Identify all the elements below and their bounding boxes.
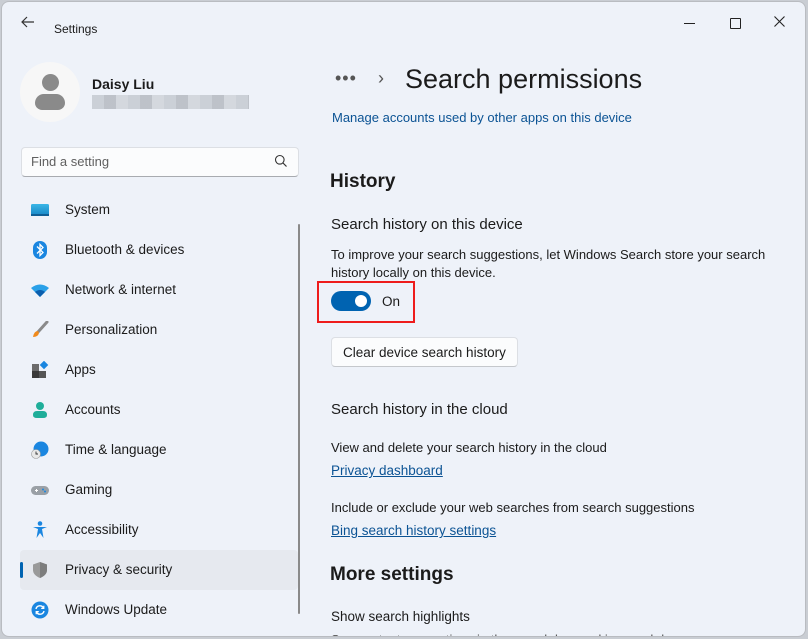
sidebar-item-label: Privacy & security (65, 562, 173, 577)
update-icon (31, 601, 49, 619)
avatar-head-shape (42, 74, 59, 91)
bluetooth-icon (33, 241, 47, 259)
app-title: Settings (54, 22, 98, 36)
title-bar: Settings (2, 2, 805, 42)
bing-history-settings-link[interactable]: Bing search history settings (331, 523, 496, 538)
search-box[interactable] (21, 147, 299, 177)
sidebar-item-privacy-security[interactable]: Privacy & security (20, 550, 298, 590)
breadcrumb-chevron-icon: › (378, 68, 384, 88)
back-button[interactable] (16, 14, 40, 34)
user-name: Daisy Liu (92, 76, 155, 92)
sidebar-item-system[interactable]: System (20, 190, 298, 230)
maximize-icon (729, 17, 741, 29)
sidebar-item-label: Windows Update (65, 602, 168, 617)
breadcrumb-more-button[interactable]: ••• (335, 68, 357, 89)
annotation-highlight-box (317, 281, 415, 323)
device-history-description: To improve your search suggestions, let … (331, 247, 766, 280)
device-history-title: Search history on this device (331, 216, 523, 233)
sidebar-item-windows-update[interactable]: Windows Update (20, 590, 298, 630)
wifi-icon (31, 284, 49, 297)
sidebar-item-gaming[interactable]: Gaming (20, 470, 298, 510)
privacy-dashboard-link[interactable]: Privacy dashboard (331, 463, 443, 478)
user-email-redacted (92, 95, 249, 109)
sidebar-item-network-internet[interactable]: Network & internet (20, 270, 298, 310)
close-icon (773, 16, 785, 27)
search-highlights-title: Show search highlights (331, 609, 470, 624)
sidebar-item-label: Accessibility (65, 522, 139, 537)
sidebar-item-label: System (65, 202, 111, 217)
sidebar-item-label: Gaming (65, 482, 113, 497)
search-icon[interactable] (274, 154, 288, 168)
shield-icon (33, 562, 47, 578)
sidebar-item-label: Apps (65, 362, 96, 377)
system-icon (31, 204, 49, 216)
web-search-description: Include or exclude your web searches fro… (331, 500, 695, 515)
accessibility-icon (33, 521, 47, 538)
settings-window: Settings Daisy Liu System Bluetooth & de… (1, 1, 806, 637)
search-input[interactable] (31, 154, 261, 169)
history-heading: History (330, 171, 396, 192)
sidebar-item-apps[interactable]: Apps (20, 350, 298, 390)
sidebar-nav: System Bluetooth & devices Network & int… (20, 190, 298, 630)
apps-icon (32, 361, 49, 378)
back-arrow-icon (21, 16, 34, 28)
sidebar-scrollbar[interactable] (298, 224, 300, 614)
sidebar-item-label: Accounts (65, 402, 121, 417)
cloud-history-description: View and delete your search history in t… (331, 440, 607, 455)
cloud-history-title: Search history in the cloud (331, 401, 508, 418)
clear-device-history-button[interactable]: Clear device search history (331, 337, 518, 367)
sidebar-item-accounts[interactable]: Accounts (20, 390, 298, 430)
sidebar-item-accessibility[interactable]: Accessibility (20, 510, 298, 550)
more-settings-heading: More settings (330, 564, 454, 585)
close-button[interactable] (756, 10, 802, 34)
sidebar-item-label: Time & language (65, 442, 167, 457)
minimize-icon (683, 22, 695, 24)
minimize-button[interactable] (666, 10, 712, 34)
globe-clock-icon (31, 441, 49, 459)
selection-indicator (20, 562, 23, 578)
search-highlights-description: See content suggestions in the search bo… (331, 632, 694, 636)
maximize-button[interactable] (712, 10, 758, 34)
sidebar-item-time-language[interactable]: Time & language (20, 430, 298, 470)
sidebar-item-bluetooth-devices[interactable]: Bluetooth & devices (20, 230, 298, 270)
manage-accounts-link[interactable]: Manage accounts used by other apps on th… (332, 110, 632, 125)
sidebar-item-label: Personalization (65, 322, 158, 337)
gamepad-icon (31, 486, 49, 495)
sidebar-item-personalization[interactable]: Personalization (20, 310, 298, 350)
brush-icon (33, 321, 49, 337)
sidebar-item-label: Bluetooth & devices (65, 242, 185, 257)
sidebar-item-label: Network & internet (65, 282, 177, 297)
avatar[interactable] (20, 62, 80, 122)
account-icon (33, 402, 47, 418)
avatar-body-shape (35, 94, 65, 110)
page-title: Search permissions (405, 64, 643, 94)
